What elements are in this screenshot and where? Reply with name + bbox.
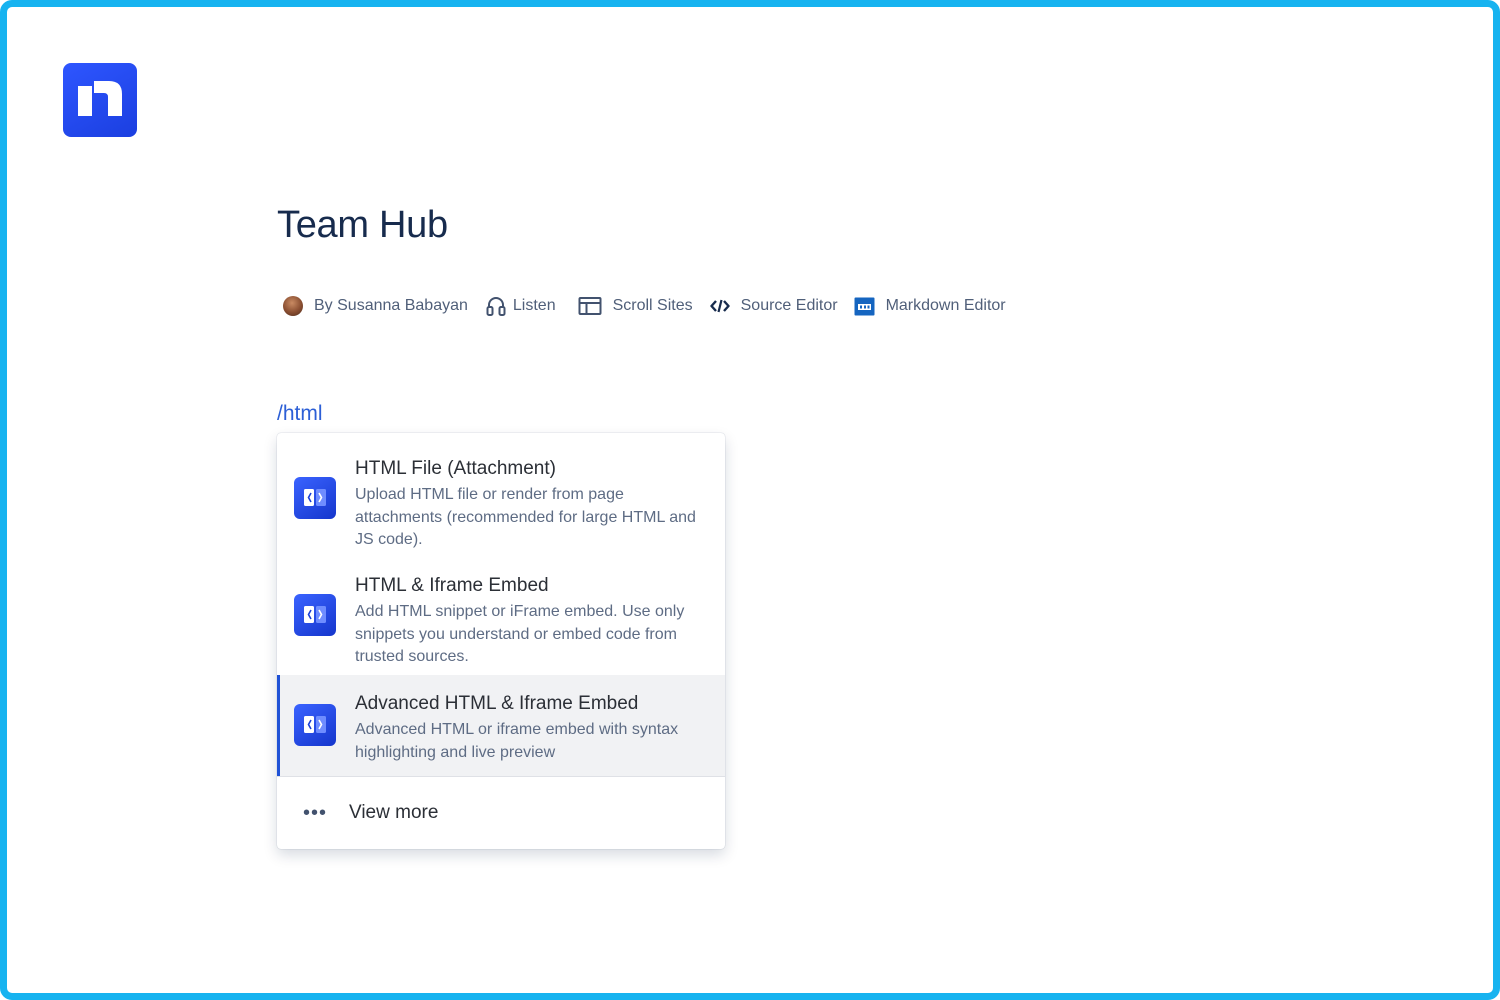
html-macro-icon [294, 704, 336, 746]
html-macro-icon [294, 594, 336, 636]
markdown-icon [854, 296, 875, 317]
layout-icon [578, 295, 602, 317]
author-label: By Susanna Babayan [314, 297, 468, 314]
source-editor-label: Source Editor [740, 297, 838, 314]
app-logo-icon[interactable] [63, 63, 137, 137]
menu-item-advanced-html-iframe-embed[interactable]: Advanced HTML & Iframe Embed Advanced HT… [277, 675, 725, 776]
menu-item-description: Add HTML snippet or iFrame embed. Use on… [355, 603, 685, 665]
page-title: Team Hub [277, 204, 448, 246]
menu-item-title: HTML File (Attachment) [355, 458, 556, 479]
headphones-icon [485, 295, 507, 317]
menu-item-description: Upload HTML file or render from page att… [355, 486, 696, 548]
markdown-editor-label: Markdown Editor [885, 297, 1006, 314]
author-byline[interactable]: By Susanna Babayan [283, 296, 468, 316]
slash-command-menu: HTML File (Attachment) Upload HTML file … [277, 433, 725, 849]
menu-item-html-iframe-embed[interactable]: HTML & Iframe Embed Add HTML snippet or … [277, 558, 725, 675]
markdown-editor-button[interactable]: Markdown Editor [854, 296, 1006, 317]
ellipsis-icon: ••• [303, 802, 328, 824]
view-more-label: View more [349, 802, 439, 823]
app-frame: Team Hub By Susanna Babayan Listen Scrol… [0, 0, 1500, 1000]
listen-button[interactable]: Listen [485, 295, 556, 317]
menu-item-title: HTML & Iframe Embed [355, 575, 549, 596]
scroll-sites-button[interactable]: Scroll Sites [578, 295, 693, 317]
menu-item-html-file[interactable]: HTML File (Attachment) Upload HTML file … [277, 433, 725, 558]
html-macro-icon [294, 477, 336, 519]
menu-item-title: Advanced HTML & Iframe Embed [355, 693, 639, 714]
view-more-button[interactable]: ••• View more [277, 777, 725, 849]
listen-label: Listen [512, 297, 556, 314]
slash-command-text[interactable]: /html [277, 402, 323, 426]
page-byline: By Susanna Babayan Listen Scroll Sites S… [283, 295, 1006, 317]
avatar [283, 296, 303, 316]
menu-item-description: Advanced HTML or iframe embed with synta… [355, 721, 679, 761]
scroll-sites-label: Scroll Sites [612, 297, 693, 314]
code-icon [709, 296, 730, 316]
source-editor-button[interactable]: Source Editor [709, 296, 838, 316]
